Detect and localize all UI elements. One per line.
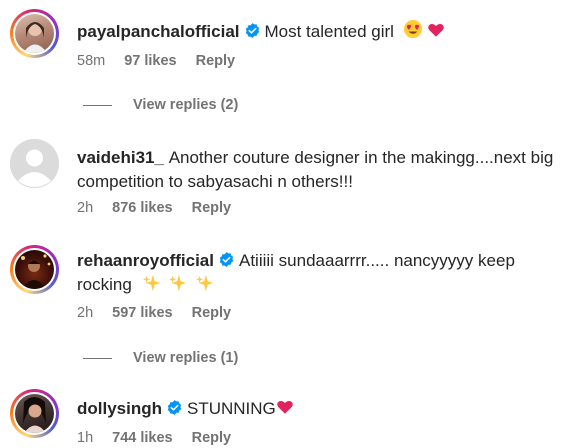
reply-button[interactable]: Reply (196, 51, 236, 71)
heart-eyes-emoji-icon (403, 20, 422, 38)
comment-time[interactable]: 2h (77, 303, 93, 323)
likes-count[interactable]: 97 likes (124, 51, 176, 71)
avatar[interactable] (10, 9, 59, 58)
comment-text: payalpanchalofficial Most talented girl (77, 19, 567, 44)
view-replies-label: View replies (1) (133, 350, 239, 366)
sparkles-emoji-icon (196, 274, 214, 292)
comment-username[interactable]: dollysingh (77, 399, 162, 418)
view-replies-button[interactable]: View replies (1) (83, 348, 238, 368)
comment-username[interactable]: payalpanchalofficial (77, 22, 240, 41)
comment-time[interactable]: 1h (77, 428, 93, 448)
verified-badge-icon (167, 400, 182, 415)
default-avatar-icon (10, 139, 59, 188)
comment-body: Most talented girl (264, 22, 394, 41)
comment-time[interactable]: 2h (77, 198, 93, 218)
comment-meta: 2h 876 likes Reply (77, 198, 250, 218)
sparkles-emoji-icon (169, 274, 187, 292)
red-heart-emoji-icon (428, 23, 445, 37)
reply-button[interactable]: Reply (192, 198, 232, 218)
avatar[interactable] (10, 245, 59, 294)
comment-text: dollysingh STUNNING (77, 397, 567, 421)
comment-text: vaidehi31_ Another couture designer in t… (77, 146, 567, 194)
reply-button[interactable]: Reply (192, 428, 232, 448)
comment-text: rehaanroyofficial Atiiiii sundaaarrrr....… (77, 249, 567, 297)
comment-meta: 2h 597 likes Reply (77, 303, 250, 323)
view-replies-label: View replies (2) (133, 97, 239, 113)
replies-divider (83, 357, 112, 359)
comment-body: STUNNING (187, 399, 276, 418)
avatar[interactable] (10, 139, 59, 188)
likes-count[interactable]: 876 likes (112, 198, 172, 218)
likes-count[interactable]: 597 likes (112, 303, 172, 323)
likes-count[interactable]: 744 likes (112, 428, 172, 448)
reply-button[interactable]: Reply (192, 303, 232, 323)
sparkles-emoji-icon (142, 274, 160, 292)
verified-badge-icon (219, 252, 234, 267)
replies-divider (83, 104, 112, 106)
verified-badge-icon (245, 23, 259, 38)
red-heart-emoji-icon (277, 400, 293, 414)
comment-meta: 1h 744 likes Reply (77, 428, 250, 448)
comment-meta: 58m 97 likes Reply (77, 51, 254, 71)
comment-username[interactable]: rehaanroyofficial (77, 251, 214, 270)
view-replies-button[interactable]: View replies (2) (83, 95, 238, 115)
comment-username[interactable]: vaidehi31_ (77, 148, 164, 167)
comment-time[interactable]: 58m (77, 51, 105, 71)
avatar[interactable] (10, 389, 59, 438)
